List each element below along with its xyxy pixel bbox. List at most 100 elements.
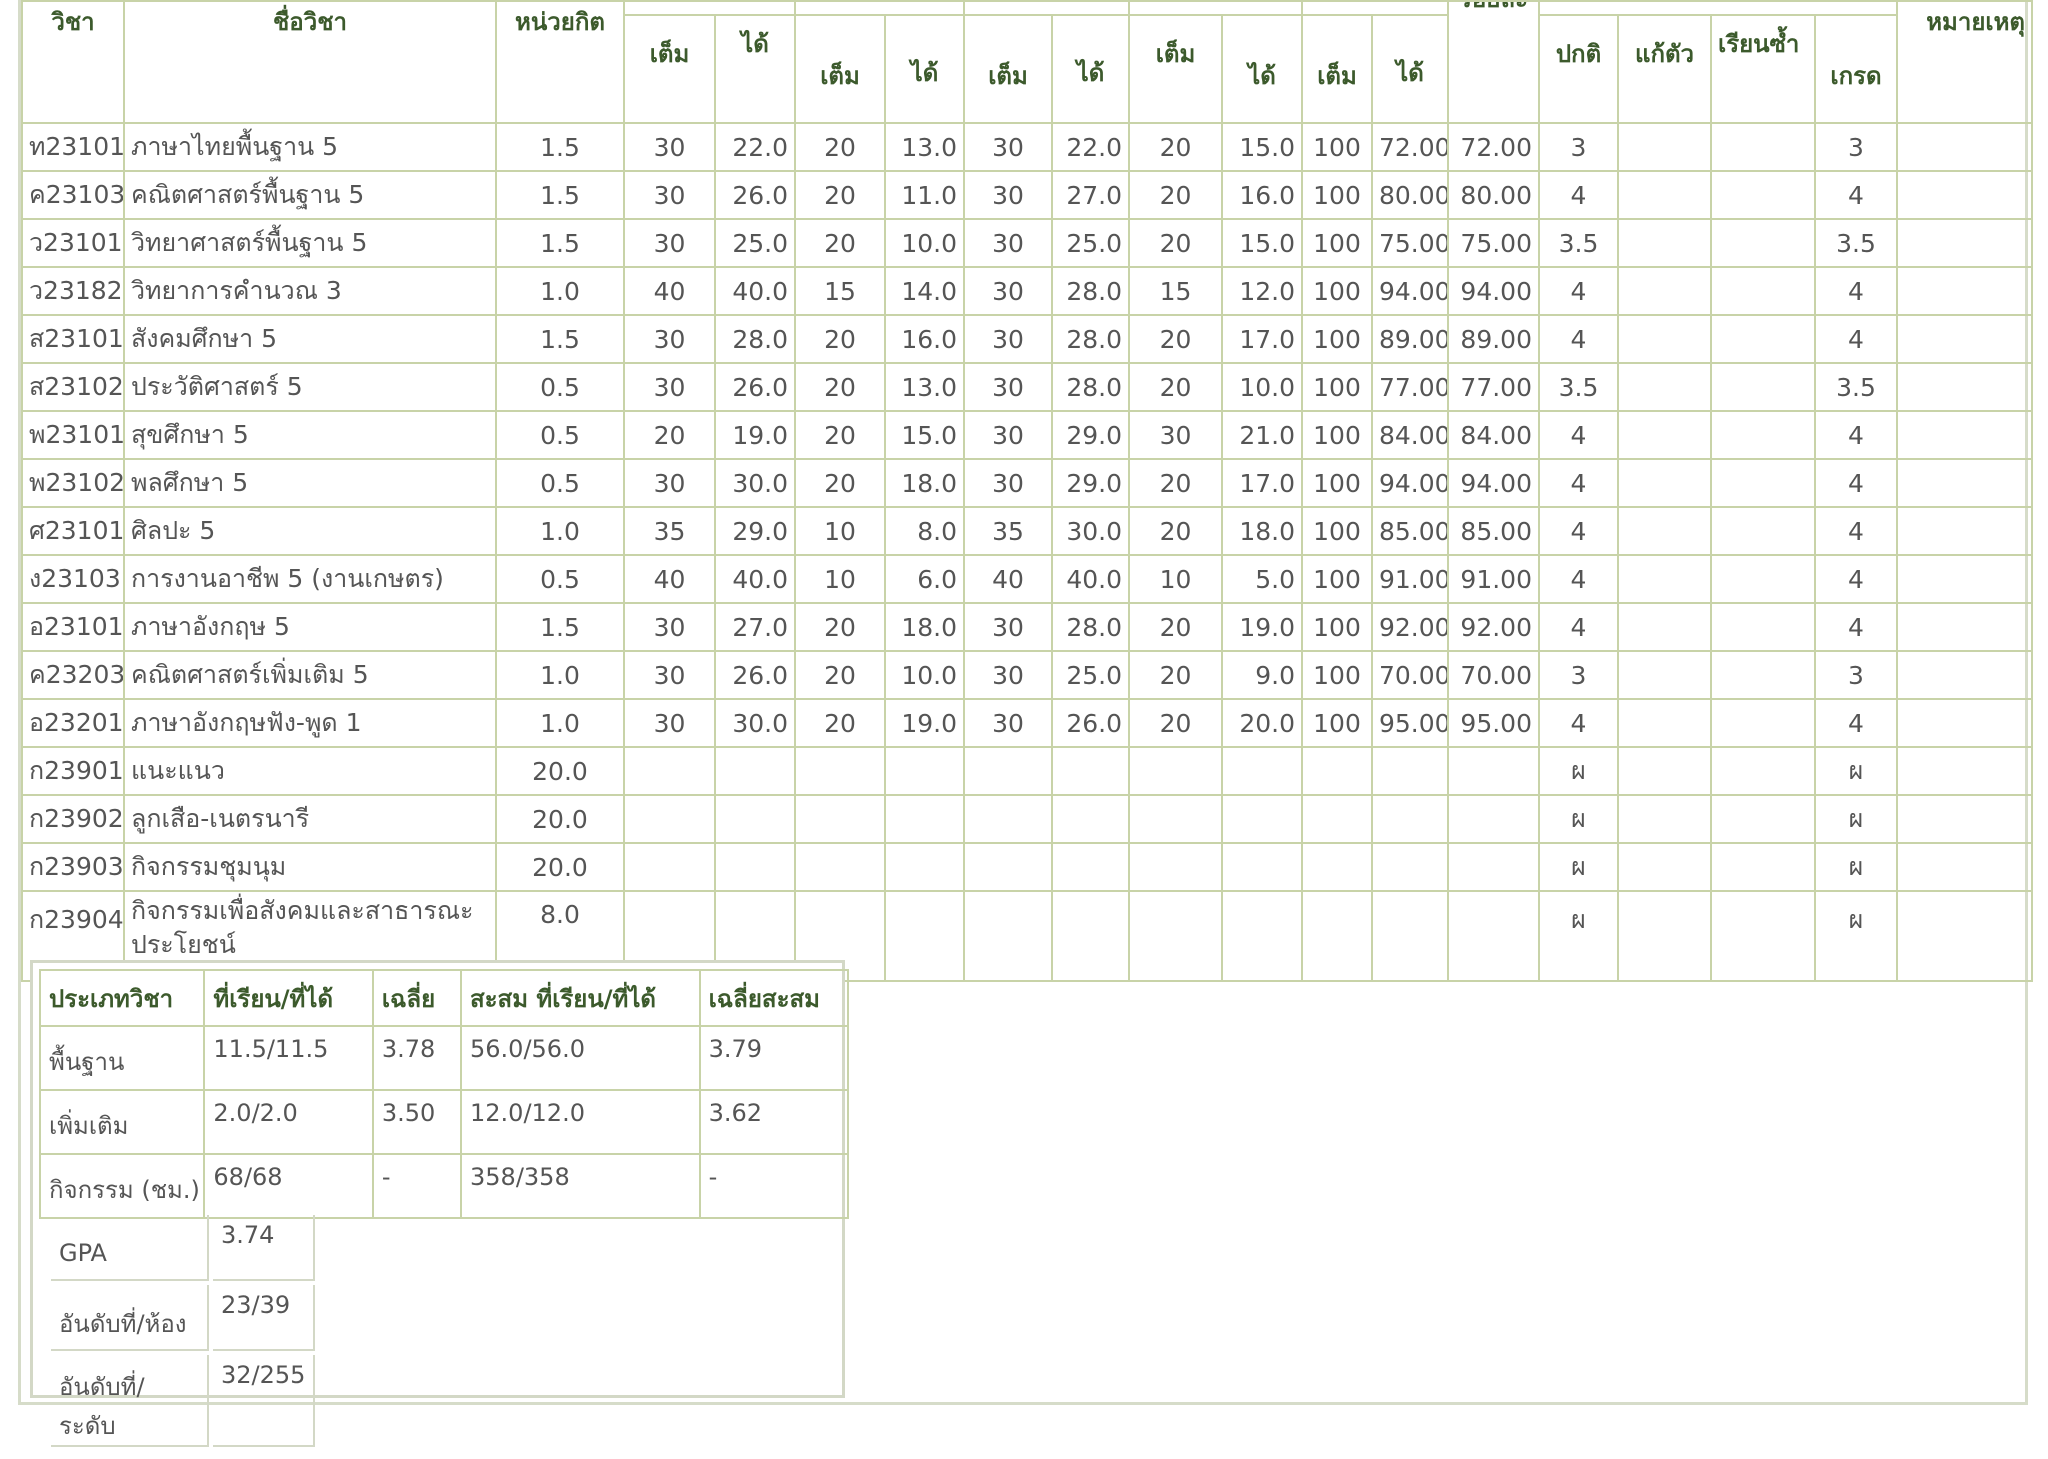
score-full: 30 (623, 698, 716, 748)
grade-fix (1617, 362, 1712, 412)
score-got (1371, 794, 1449, 844)
score-got: 11.0 (884, 170, 965, 220)
percent: 72.00 (1447, 122, 1540, 172)
score-got: 17.0 (1221, 458, 1303, 508)
subject-code: ท23101 (21, 122, 125, 172)
stat-label: GPA (51, 1215, 209, 1281)
score-got: 30.0 (714, 458, 796, 508)
header-got: ได้ (1051, 14, 1130, 124)
score-got (1221, 746, 1303, 796)
score-full: 30 (623, 650, 716, 700)
score-full: 20 (794, 122, 886, 172)
score-got: 15.0 (1221, 218, 1303, 268)
score-full: 20 (1128, 698, 1223, 748)
score-full: 30 (963, 362, 1053, 412)
header-full: เต็ม (1301, 14, 1373, 124)
score-got: 18.0 (884, 458, 965, 508)
stat-row: อันดับที่/ระดับ 32/255 (51, 1355, 316, 1447)
note (1896, 650, 2033, 700)
grade-repeat (1710, 746, 1816, 796)
stat-row: อันดับที่/ห้อง 23/39 (51, 1285, 316, 1351)
score-full: 30 (963, 458, 1053, 508)
stat-row: GPA 3.74 (51, 1215, 316, 1281)
grade-normal: 4 (1538, 698, 1619, 748)
credit: 1.0 (495, 506, 625, 556)
grade-fix (1617, 890, 1712, 982)
table-row: ว23101 วิทยาศาสตร์พื้นฐาน 5 1.5 30 25.0 20 10.… (21, 218, 2033, 268)
note (1896, 410, 2033, 460)
score-full (963, 890, 1053, 982)
score-full: 30 (623, 314, 716, 364)
header-name: ชื่อวิชา (123, 0, 497, 124)
score-got (714, 746, 796, 796)
table-row: ศ23101 ศิลปะ 5 1.0 35 29.0 10 8.0 35 30.0 20 18.0 1… (21, 506, 2033, 556)
score-full: 20 (794, 602, 886, 652)
subject-code: ค23203 (21, 650, 125, 700)
score-got: 29.0 (714, 506, 796, 556)
header-part-total (1301, 0, 1449, 16)
header-grade: เกรด (1814, 14, 1898, 124)
score-full: 30 (623, 362, 716, 412)
score-full: 100 (1301, 362, 1373, 412)
subject-name: การงานอาชีพ 5 (งานเกษตร) (123, 554, 497, 604)
grade: 3.5 (1814, 218, 1898, 268)
score-got: 27.0 (714, 602, 796, 652)
score-full: 20 (1128, 170, 1223, 220)
score-full: 30 (623, 602, 716, 652)
grade-fix (1617, 218, 1712, 268)
score-full (623, 842, 716, 892)
score-full: 100 (1301, 698, 1373, 748)
score-got: 27.0 (1051, 170, 1130, 220)
table-row: ว23182 วิทยาการคำนวณ 3 1.0 40 40.0 15 14.0 30 28… (21, 266, 2033, 316)
header-note: หมายเหตุ (1896, 0, 2033, 124)
score-got: 89.00 (1371, 314, 1449, 364)
grade-normal: 4 (1538, 410, 1619, 460)
grade-fix (1617, 266, 1712, 316)
score-got: 16.0 (884, 314, 965, 364)
score-got: 84.00 (1371, 410, 1449, 460)
grade-normal: ผ (1538, 842, 1619, 892)
score-full: 20 (1128, 602, 1223, 652)
summary-value: 2.0/2.0 (203, 1089, 374, 1155)
summary-type: กิจกรรม (ชม.) (38, 1153, 206, 1219)
score-full: 20 (623, 410, 716, 460)
header-credit: หน่วยกิต (495, 0, 625, 124)
score-got: 19.0 (1221, 602, 1303, 652)
credit: 1.5 (495, 170, 625, 220)
grades-table: วิชา ชื่อวิชา หน่วยกิต ​ร้อยละ หมายเหตุ … (21, 0, 2033, 982)
grade: 4 (1814, 506, 1898, 556)
subject-code: ก23903 (21, 842, 125, 892)
header-full: เต็ม (794, 14, 886, 124)
grade-normal: 4 (1538, 458, 1619, 508)
score-got: 40.0 (714, 266, 796, 316)
credit: 1.5 (495, 602, 625, 652)
score-got (1051, 890, 1130, 982)
summary-value: 3.50 (371, 1089, 463, 1155)
score-full (623, 794, 716, 844)
score-full: 20 (794, 218, 886, 268)
score-full: 100 (1301, 506, 1373, 556)
score-full: 30 (1128, 410, 1223, 460)
percent: 85.00 (1447, 506, 1540, 556)
subject-name: ภาษาไทยพื้นฐาน 5 (123, 122, 497, 172)
score-full: 30 (623, 458, 716, 508)
credit: 1.0 (495, 650, 625, 700)
note (1896, 842, 2033, 892)
score-got: 26.0 (714, 650, 796, 700)
score-full: 20 (794, 458, 886, 508)
header-part-2 (794, 0, 965, 16)
credit: 0.5 (495, 458, 625, 508)
score-got (884, 794, 965, 844)
score-full: 20 (1128, 314, 1223, 364)
note (1896, 602, 2033, 652)
score-got: 14.0 (884, 266, 965, 316)
summary-value: 11.5/11.5 (203, 1025, 374, 1091)
score-got: 25.0 (1051, 218, 1130, 268)
percent: 94.00 (1447, 458, 1540, 508)
score-full: 30 (963, 650, 1053, 700)
summary-value: 12.0/12.0 (460, 1089, 701, 1155)
score-full: 100 (1301, 554, 1373, 604)
subject-code: ก23901 (21, 746, 125, 796)
score-full: 30 (963, 218, 1053, 268)
score-got: 18.0 (1221, 506, 1303, 556)
